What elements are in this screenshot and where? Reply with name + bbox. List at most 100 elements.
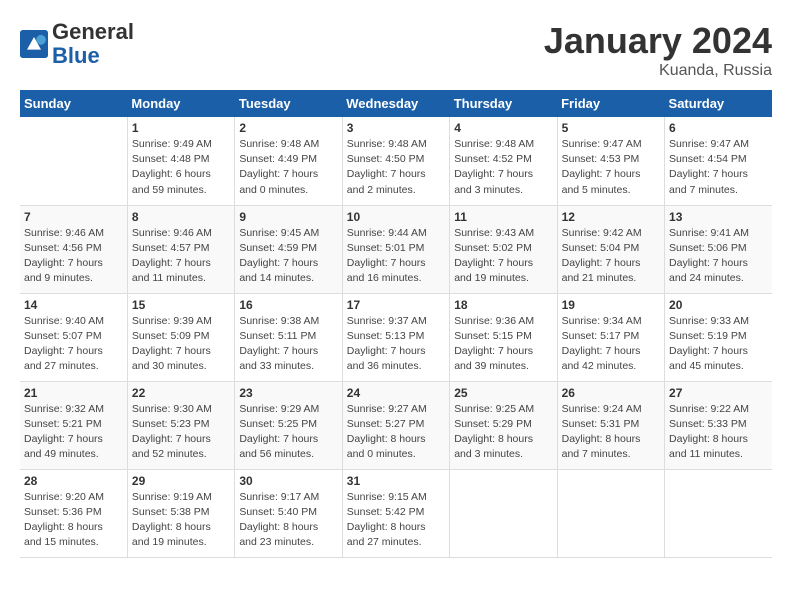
calendar-cell: 13 Sunrise: 9:41 AM Sunset: 5:06 PM Dayli… [665, 205, 772, 293]
day-detail: Sunrise: 9:40 AM Sunset: 5:07 PM Dayligh… [24, 314, 123, 375]
calendar-cell: 20 Sunrise: 9:33 AM Sunset: 5:19 PM Dayli… [665, 293, 772, 381]
location-text: Kuanda, Russia [544, 62, 772, 80]
calendar-cell: 26 Sunrise: 9:24 AM Sunset: 5:31 PM Dayli… [557, 381, 664, 469]
day-number: 2 [239, 121, 337, 135]
day-detail: Sunrise: 9:45 AM Sunset: 4:59 PM Dayligh… [239, 226, 337, 287]
day-number: 9 [239, 210, 337, 224]
day-detail: Sunrise: 9:47 AM Sunset: 4:53 PM Dayligh… [562, 137, 660, 198]
calendar-cell: 17 Sunrise: 9:37 AM Sunset: 5:13 PM Dayli… [342, 293, 449, 381]
calendar-cell [20, 117, 127, 205]
calendar-cell: 23 Sunrise: 9:29 AM Sunset: 5:25 PM Dayli… [235, 381, 342, 469]
calendar-week-row: 1 Sunrise: 9:49 AM Sunset: 4:48 PM Daylig… [20, 117, 772, 205]
day-detail: Sunrise: 9:48 AM Sunset: 4:49 PM Dayligh… [239, 137, 337, 198]
day-number: 6 [669, 121, 768, 135]
day-number: 26 [562, 386, 660, 400]
title-block: January 2024 Kuanda, Russia [544, 20, 772, 80]
day-number: 31 [347, 474, 445, 488]
day-number: 8 [132, 210, 230, 224]
calendar-cell: 18 Sunrise: 9:36 AM Sunset: 5:15 PM Dayli… [450, 293, 557, 381]
day-header-monday: Monday [127, 90, 234, 117]
day-detail: Sunrise: 9:41 AM Sunset: 5:06 PM Dayligh… [669, 226, 768, 287]
calendar-cell: 30 Sunrise: 9:17 AM Sunset: 5:40 PM Dayli… [235, 469, 342, 557]
logo: General Blue [20, 20, 134, 68]
page-header: General Blue January 2024 Kuanda, Russia [20, 20, 772, 80]
day-number: 17 [347, 298, 445, 312]
logo-icon [20, 30, 48, 58]
day-detail: Sunrise: 9:32 AM Sunset: 5:21 PM Dayligh… [24, 402, 123, 463]
day-detail: Sunrise: 9:47 AM Sunset: 4:54 PM Dayligh… [669, 137, 768, 198]
day-detail: Sunrise: 9:24 AM Sunset: 5:31 PM Dayligh… [562, 402, 660, 463]
calendar-cell: 21 Sunrise: 9:32 AM Sunset: 5:21 PM Dayli… [20, 381, 127, 469]
calendar-cell: 7 Sunrise: 9:46 AM Sunset: 4:56 PM Daylig… [20, 205, 127, 293]
day-number: 30 [239, 474, 337, 488]
day-number: 21 [24, 386, 123, 400]
day-number: 3 [347, 121, 445, 135]
day-detail: Sunrise: 9:42 AM Sunset: 5:04 PM Dayligh… [562, 226, 660, 287]
calendar-cell: 14 Sunrise: 9:40 AM Sunset: 5:07 PM Dayli… [20, 293, 127, 381]
day-detail: Sunrise: 9:46 AM Sunset: 4:56 PM Dayligh… [24, 226, 123, 287]
logo-blue-text: Blue [52, 43, 100, 68]
calendar-cell [665, 469, 772, 557]
calendar-cell: 5Sunrise: 9:47 AM Sunset: 4:53 PM Daylig… [557, 117, 664, 205]
day-number: 23 [239, 386, 337, 400]
calendar-cell: 24Sunrise: 9:27 AM Sunset: 5:27 PM Dayli… [342, 381, 449, 469]
day-detail: Sunrise: 9:19 AM Sunset: 5:38 PM Dayligh… [132, 490, 230, 551]
calendar-cell: 22 Sunrise: 9:30 AM Sunset: 5:23 PM Dayli… [127, 381, 234, 469]
day-header-friday: Friday [557, 90, 664, 117]
calendar-cell: 12 Sunrise: 9:42 AM Sunset: 5:04 PM Dayli… [557, 205, 664, 293]
day-detail: Sunrise: 9:15 AM Sunset: 5:42 PM Dayligh… [347, 490, 445, 551]
calendar-cell: 2 Sunrise: 9:48 AM Sunset: 4:49 PM Daylig… [235, 117, 342, 205]
day-number: 14 [24, 298, 123, 312]
day-detail: Sunrise: 9:25 AM Sunset: 5:29 PM Dayligh… [454, 402, 552, 463]
calendar-table: SundayMondayTuesdayWednesdayThursdayFrid… [20, 90, 772, 558]
day-number: 7 [24, 210, 123, 224]
day-number: 15 [132, 298, 230, 312]
calendar-cell: 25 Sunrise: 9:25 AM Sunset: 5:29 PM Dayli… [450, 381, 557, 469]
day-detail: Sunrise: 9:33 AM Sunset: 5:19 PM Dayligh… [669, 314, 768, 375]
calendar-cell: 9 Sunrise: 9:45 AM Sunset: 4:59 PM Daylig… [235, 205, 342, 293]
calendar-cell: 4Sunrise: 9:48 AM Sunset: 4:52 PM Daylig… [450, 117, 557, 205]
day-detail: Sunrise: 9:29 AM Sunset: 5:25 PM Dayligh… [239, 402, 337, 463]
calendar-cell: 8 Sunrise: 9:46 AM Sunset: 4:57 PM Daylig… [127, 205, 234, 293]
day-detail: Sunrise: 9:44 AM Sunset: 5:01 PM Dayligh… [347, 226, 445, 287]
day-detail: Sunrise: 9:34 AM Sunset: 5:17 PM Dayligh… [562, 314, 660, 375]
day-number: 13 [669, 210, 768, 224]
day-detail: Sunrise: 9:37 AM Sunset: 5:13 PM Dayligh… [347, 314, 445, 375]
day-detail: Sunrise: 9:36 AM Sunset: 5:15 PM Dayligh… [454, 314, 552, 375]
day-number: 27 [669, 386, 768, 400]
day-detail: Sunrise: 9:48 AM Sunset: 4:52 PM Dayligh… [454, 137, 552, 198]
calendar-cell: 15Sunrise: 9:39 AM Sunset: 5:09 PM Dayli… [127, 293, 234, 381]
day-detail: Sunrise: 9:17 AM Sunset: 5:40 PM Dayligh… [239, 490, 337, 551]
day-number: 1 [132, 121, 230, 135]
day-detail: Sunrise: 9:30 AM Sunset: 5:23 PM Dayligh… [132, 402, 230, 463]
day-detail: Sunrise: 9:20 AM Sunset: 5:36 PM Dayligh… [24, 490, 123, 551]
day-detail: Sunrise: 9:46 AM Sunset: 4:57 PM Dayligh… [132, 226, 230, 287]
day-detail: Sunrise: 9:49 AM Sunset: 4:48 PM Dayligh… [132, 137, 230, 198]
day-header-wednesday: Wednesday [342, 90, 449, 117]
calendar-cell: 19 Sunrise: 9:34 AM Sunset: 5:17 PM Dayli… [557, 293, 664, 381]
day-number: 20 [669, 298, 768, 312]
day-header-thursday: Thursday [450, 90, 557, 117]
day-number: 25 [454, 386, 552, 400]
month-title: January 2024 [544, 20, 772, 62]
calendar-week-row: 7 Sunrise: 9:46 AM Sunset: 4:56 PM Daylig… [20, 205, 772, 293]
day-number: 11 [454, 210, 552, 224]
day-detail: Sunrise: 9:43 AM Sunset: 5:02 PM Dayligh… [454, 226, 552, 287]
day-number: 19 [562, 298, 660, 312]
day-number: 18 [454, 298, 552, 312]
day-detail: Sunrise: 9:22 AM Sunset: 5:33 PM Dayligh… [669, 402, 768, 463]
calendar-cell: 3 Sunrise: 9:48 AM Sunset: 4:50 PM Daylig… [342, 117, 449, 205]
day-detail: Sunrise: 9:38 AM Sunset: 5:11 PM Dayligh… [239, 314, 337, 375]
calendar-cell: 10 Sunrise: 9:44 AM Sunset: 5:01 PM Dayli… [342, 205, 449, 293]
day-header-tuesday: Tuesday [235, 90, 342, 117]
day-detail: Sunrise: 9:48 AM Sunset: 4:50 PM Dayligh… [347, 137, 445, 198]
logo-general-text: General [52, 19, 134, 44]
day-number: 22 [132, 386, 230, 400]
calendar-cell: 27 Sunrise: 9:22 AM Sunset: 5:33 PM Dayli… [665, 381, 772, 469]
day-number: 10 [347, 210, 445, 224]
calendar-header-row: SundayMondayTuesdayWednesdayThursdayFrid… [20, 90, 772, 117]
day-number: 12 [562, 210, 660, 224]
day-number: 29 [132, 474, 230, 488]
calendar-cell: 6 Sunrise: 9:47 AM Sunset: 4:54 PM Daylig… [665, 117, 772, 205]
calendar-cell: 11 Sunrise: 9:43 AM Sunset: 5:02 PM Dayli… [450, 205, 557, 293]
